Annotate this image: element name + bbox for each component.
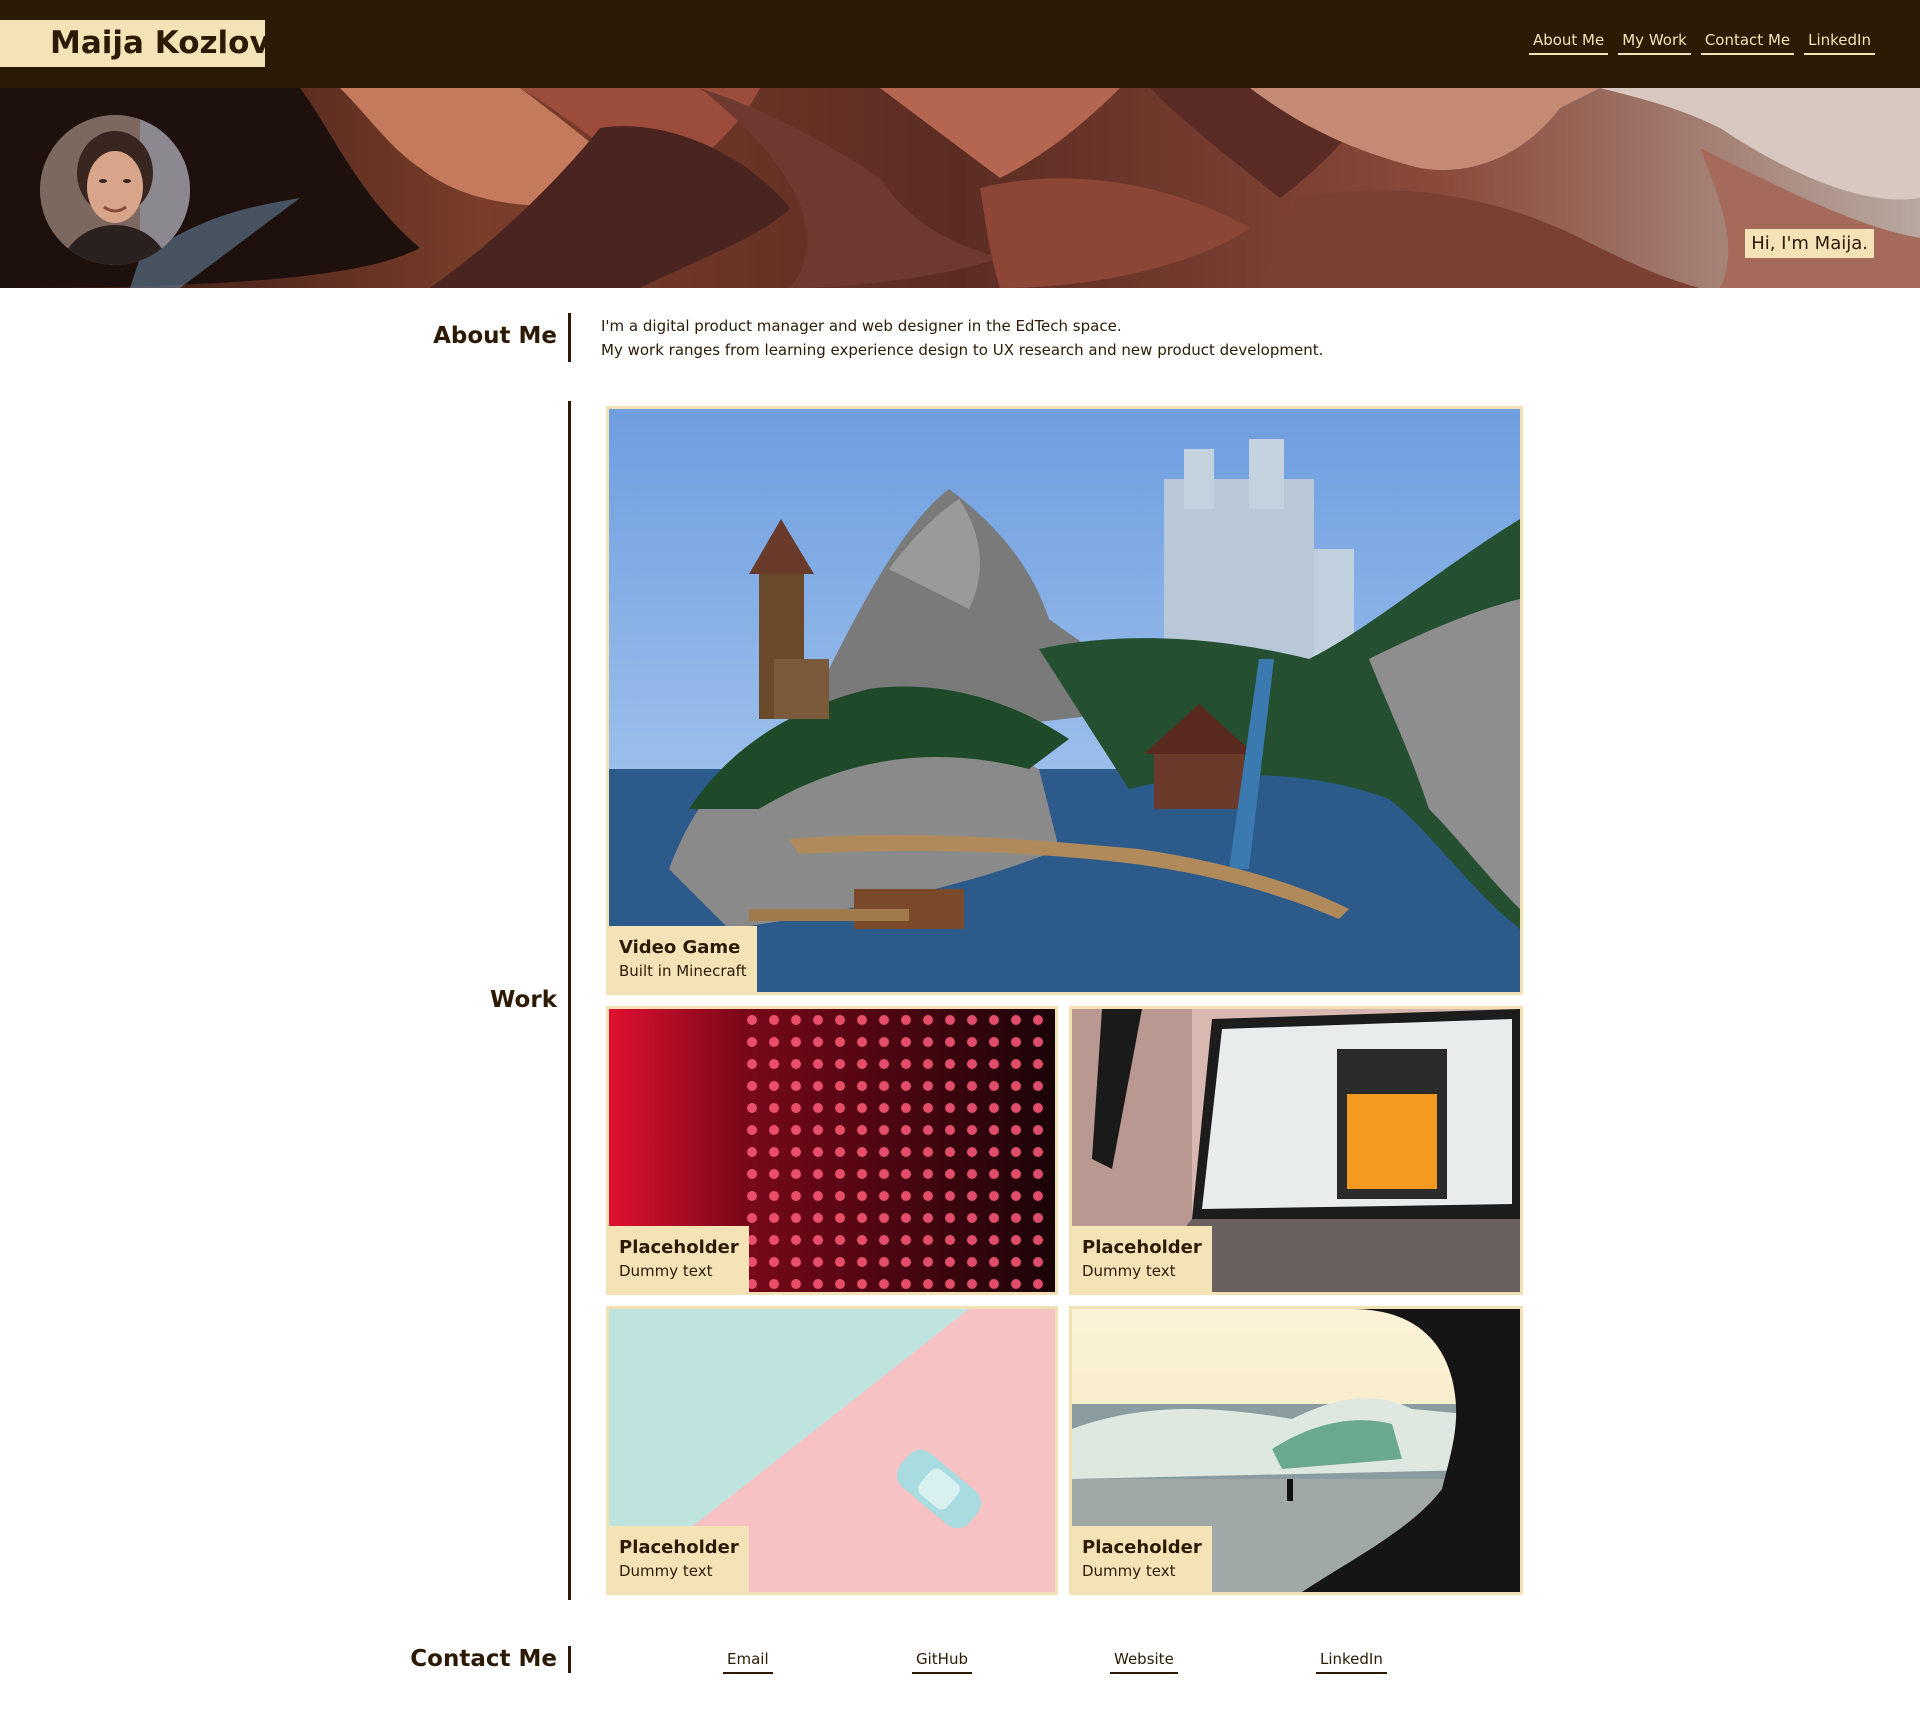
work-heading: Work xyxy=(490,987,557,1013)
nav-link-work[interactable]: My Work xyxy=(1618,28,1691,55)
card-title: Placeholder xyxy=(1082,1237,1202,1258)
contact-link-email[interactable]: Email xyxy=(723,1648,773,1674)
card-subtitle: Dummy text xyxy=(1082,1562,1176,1580)
contact-divider xyxy=(568,1646,571,1673)
contact-links: Email GitHub Website LinkedIn xyxy=(700,1648,1400,1682)
contact-heading: Contact Me xyxy=(410,1646,557,1672)
card-title: Video Game xyxy=(619,937,741,958)
card-caption: Placeholder Dummy text xyxy=(609,1526,749,1592)
work-card-placeholder-1[interactable]: Placeholder Dummy text xyxy=(606,1006,1058,1295)
work-card-video-game[interactable]: Video Game Built in Minecraft xyxy=(606,406,1523,995)
contact-link-github[interactable]: GitHub xyxy=(912,1648,972,1674)
site-header: Maija Kozlova About Me My Work Contact M… xyxy=(0,0,1920,88)
profile-photo-avatar xyxy=(40,115,190,265)
work-divider xyxy=(568,401,571,1600)
contact-link-linkedin[interactable]: LinkedIn xyxy=(1316,1648,1387,1674)
card-caption: Placeholder Dummy text xyxy=(609,1226,749,1292)
hero-greeting: Hi, I'm Maija. xyxy=(1745,229,1874,258)
nav-link-about[interactable]: About Me xyxy=(1528,28,1609,55)
work-card-placeholder-3[interactable]: Placeholder Dummy text xyxy=(606,1306,1058,1595)
about-divider xyxy=(568,313,571,362)
contact-link-website[interactable]: Website xyxy=(1110,1648,1178,1674)
about-text: I'm a digital product manager and web de… xyxy=(601,314,1323,362)
about-line-2: My work ranges from learning experience … xyxy=(601,341,1324,359)
card-subtitle: Dummy text xyxy=(619,1562,713,1580)
card-caption: Video Game Built in Minecraft xyxy=(609,926,757,992)
card-title: Placeholder xyxy=(1082,1537,1202,1558)
card-subtitle: Dummy text xyxy=(619,1262,713,1280)
about-line-1: I'm a digital product manager and web de… xyxy=(601,317,1122,335)
card-title: Placeholder xyxy=(619,1537,739,1558)
hero-canyon-image xyxy=(0,88,1920,288)
nav-link-contact[interactable]: Contact Me xyxy=(1700,28,1795,55)
work-card-placeholder-4[interactable]: Placeholder Dummy text xyxy=(1069,1306,1523,1595)
about-heading: About Me xyxy=(433,323,557,349)
card-subtitle: Dummy text xyxy=(1082,1262,1176,1280)
card-caption: Placeholder Dummy text xyxy=(1072,1526,1212,1592)
main-nav: About Me My Work Contact Me LinkedIn xyxy=(1528,28,1875,55)
card-subtitle: Built in Minecraft xyxy=(619,962,747,980)
work-card-placeholder-2[interactable]: Placeholder Dummy text xyxy=(1069,1006,1523,1295)
minecraft-world-image xyxy=(609,409,1520,992)
nav-link-linkedin[interactable]: LinkedIn xyxy=(1804,28,1875,55)
hero-banner: Hi, I'm Maija. xyxy=(0,88,1920,288)
site-logo-name[interactable]: Maija Kozlova xyxy=(0,20,291,67)
card-title: Placeholder xyxy=(619,1237,739,1258)
card-caption: Placeholder Dummy text xyxy=(1072,1226,1212,1292)
